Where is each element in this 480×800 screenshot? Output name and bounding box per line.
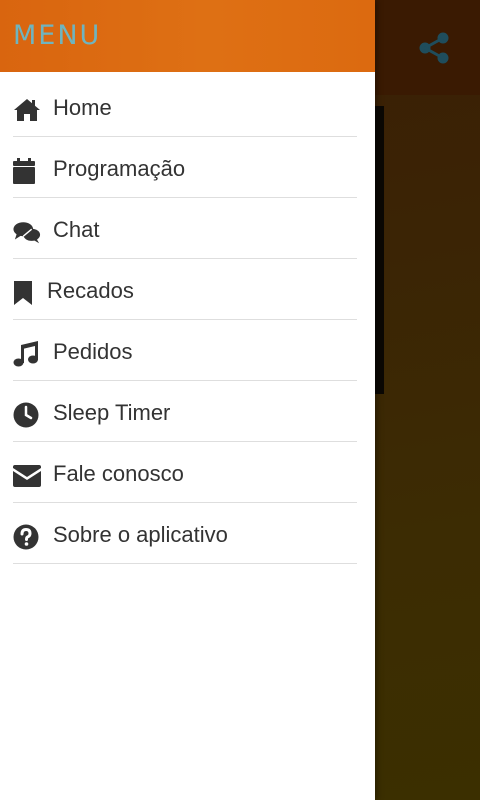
menu-item-label: Recados	[47, 277, 134, 303]
drawer-title: MENU	[13, 20, 102, 51]
menu-item-label: Pedidos	[53, 338, 133, 364]
navigation-drawer: MENU Home Programação Chat Recados Pedid…	[0, 0, 375, 800]
menu-list: Home Programação Chat Recados Pedidos Sl…	[0, 79, 375, 567]
menu-item-label: Sobre o aplicativo	[53, 521, 228, 547]
clock-icon	[13, 401, 41, 429]
menu-item-label: Sleep Timer	[53, 399, 171, 425]
drawer-header: MENU	[0, 0, 375, 72]
share-button[interactable]	[416, 30, 452, 66]
envelope-icon	[13, 462, 41, 490]
menu-item-label: Chat	[53, 216, 100, 242]
menu-item-fale-conosco[interactable]: Fale conosco	[0, 445, 375, 506]
menu-item-home[interactable]: Home	[0, 79, 375, 140]
home-icon	[13, 96, 41, 124]
question-circle-icon	[13, 523, 41, 551]
calendar-icon	[13, 157, 41, 185]
menu-item-sobre[interactable]: Sobre o aplicativo	[0, 506, 375, 567]
menu-item-pedidos[interactable]: Pedidos	[0, 323, 375, 384]
menu-item-recados[interactable]: Recados	[0, 262, 375, 323]
menu-item-label: Programação	[53, 155, 186, 181]
chat-icon	[13, 218, 41, 246]
share-icon	[419, 32, 449, 64]
menu-item-sleep-timer[interactable]: Sleep Timer	[0, 384, 375, 445]
bookmark-icon	[13, 279, 41, 307]
menu-item-programacao[interactable]: Programação	[0, 140, 375, 201]
menu-item-chat[interactable]: Chat	[0, 201, 375, 262]
music-note-icon	[13, 340, 41, 368]
menu-item-label: Home	[53, 94, 112, 120]
menu-item-label: Fale conosco	[53, 460, 184, 486]
